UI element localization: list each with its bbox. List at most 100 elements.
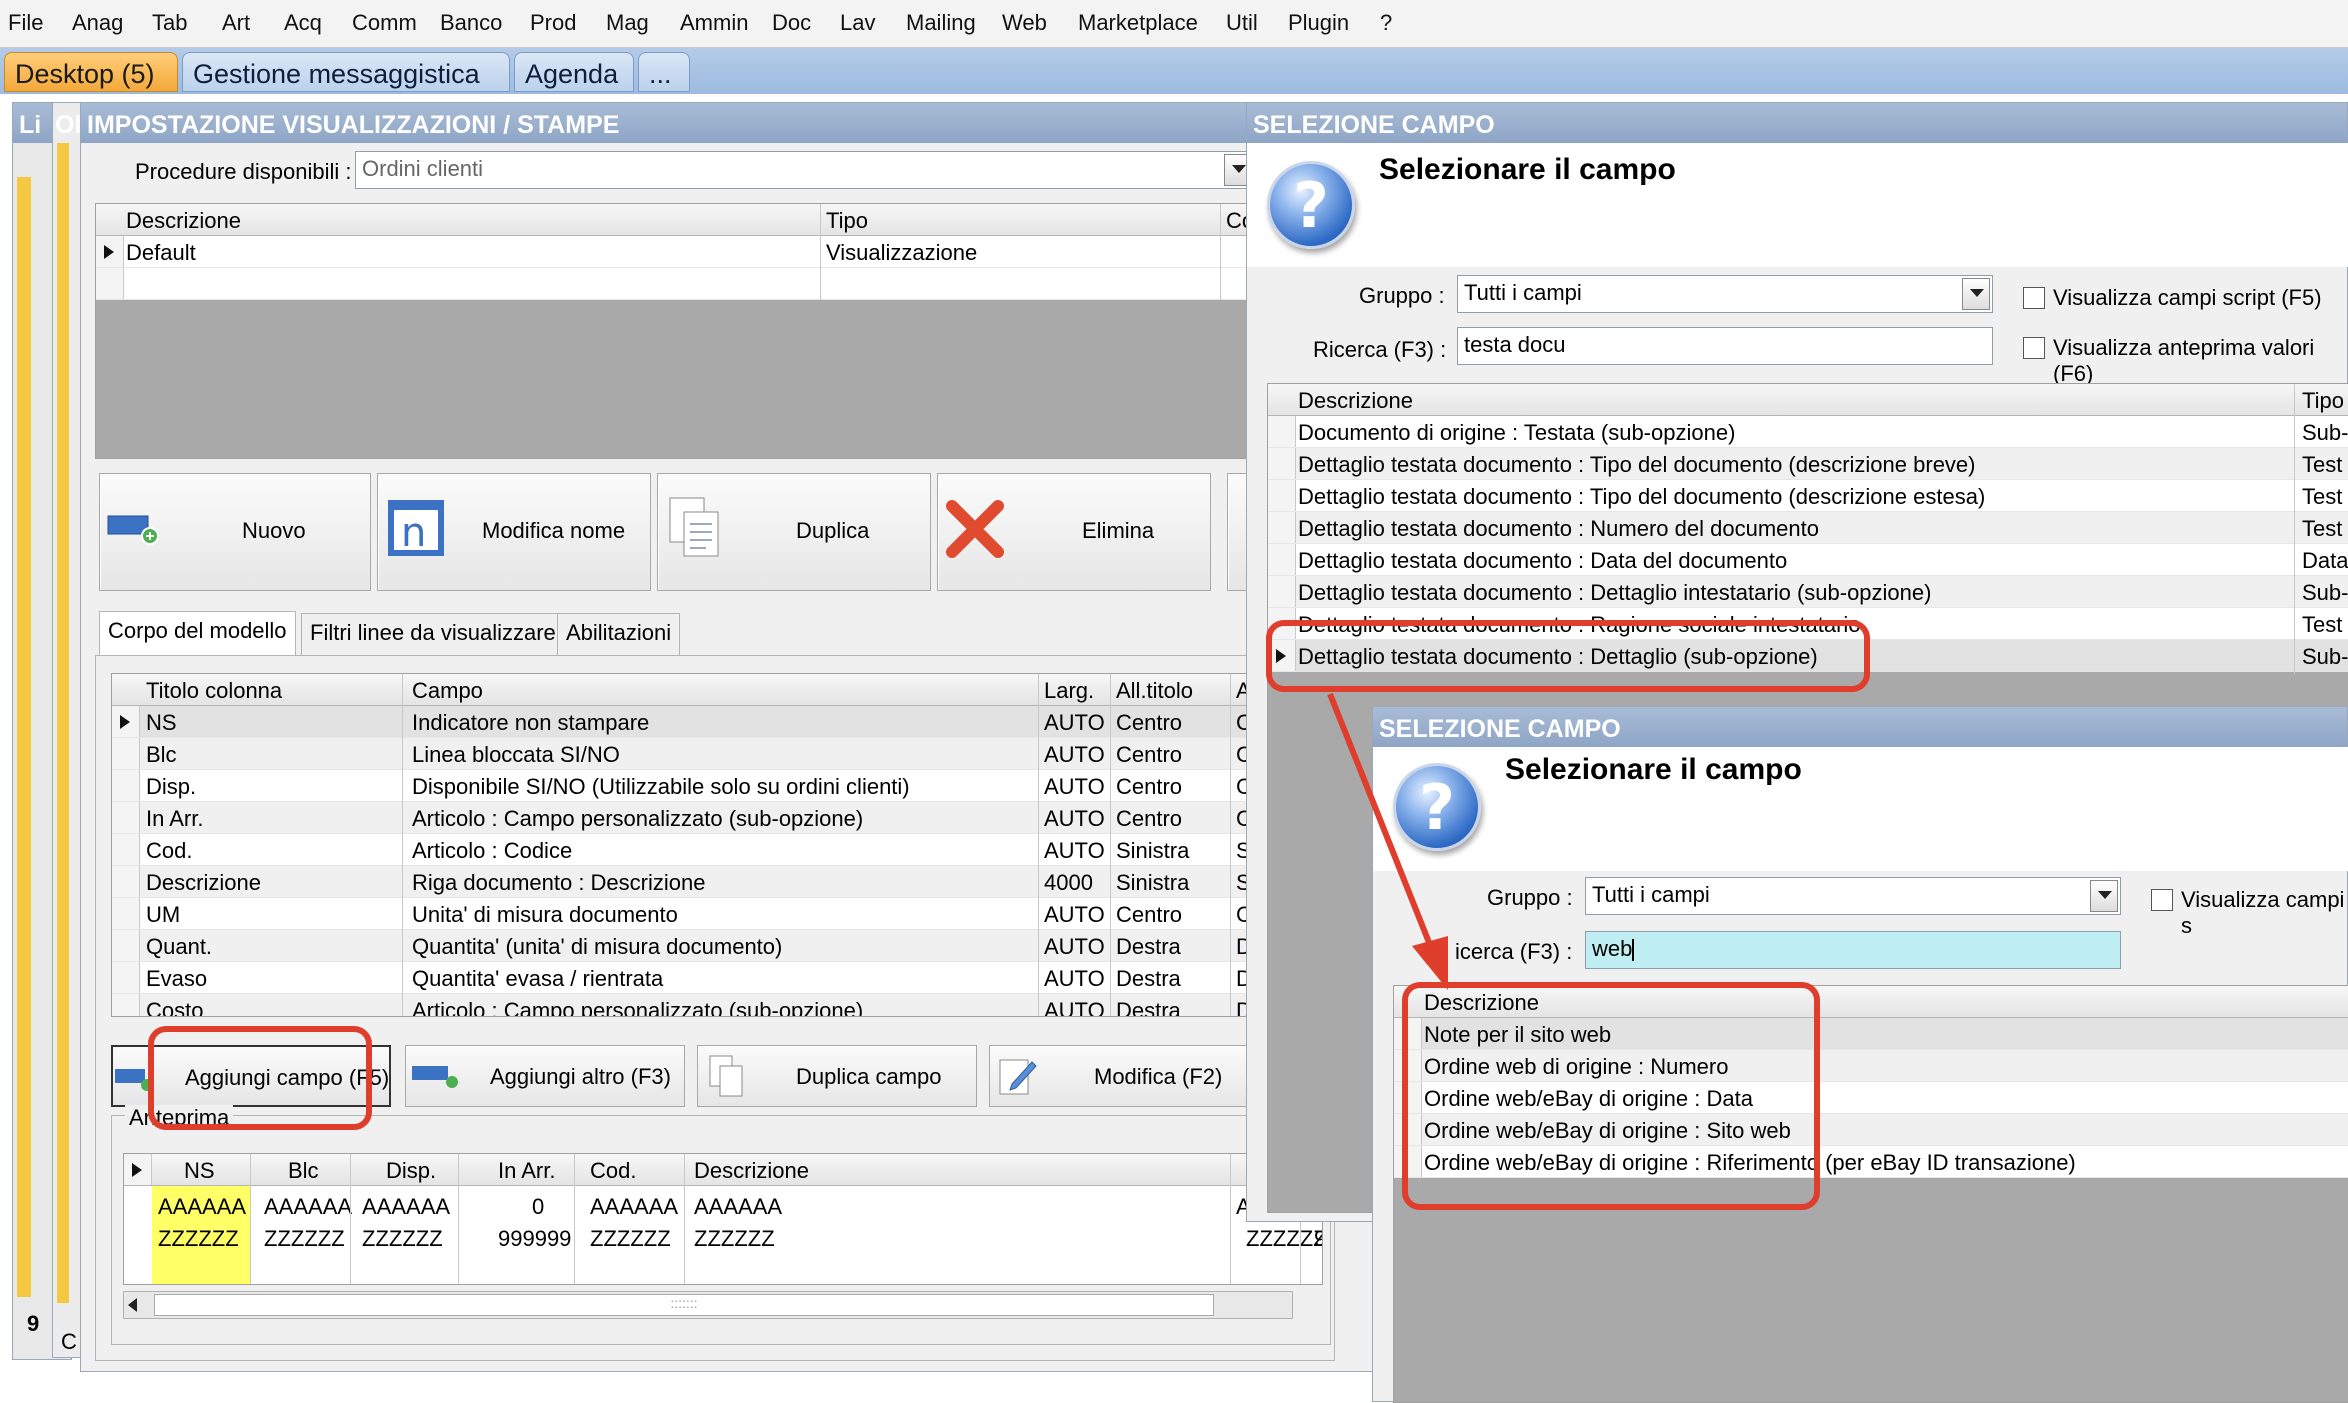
- table-row[interactable]: Costo Articolo : Campo personalizzato (su…: [112, 994, 1330, 1017]
- tab-abilitazioni[interactable]: Abilitazioni: [557, 613, 681, 657]
- menu-util[interactable]: Util: [1226, 10, 1258, 36]
- duplica-button[interactable]: Duplica: [657, 473, 931, 591]
- col-tipo[interactable]: Tipo: [826, 208, 868, 234]
- menu-mag[interactable]: Mag: [606, 10, 649, 36]
- row-indicator: [112, 834, 140, 865]
- row-indicator: [112, 738, 140, 769]
- modifica-button[interactable]: Modifica (F2): [989, 1045, 1249, 1107]
- dialog2-gruppo-select[interactable]: Tutti i campi: [1585, 877, 2121, 915]
- elimina-label: Elimina: [1082, 518, 1155, 543]
- cell-campo: Disponibile SI/NO (Utilizzabile solo su …: [412, 774, 910, 799]
- menu-art[interactable]: Art: [222, 10, 250, 36]
- cell-all-titolo: Sinistra: [1116, 838, 1190, 863]
- col-larg[interactable]: Larg.: [1044, 678, 1094, 704]
- tab-corpo-modello[interactable]: Corpo del modello: [99, 611, 296, 657]
- col-all-titolo[interactable]: All.titolo: [1116, 678, 1193, 704]
- row-indicator: [1268, 512, 1296, 543]
- scroll-left-icon[interactable]: [128, 1298, 137, 1312]
- table-row[interactable]: Disp. Disponibile SI/NO (Utilizzabile sol…: [112, 770, 1330, 802]
- cell-campo: Indicatore non stampare: [412, 710, 650, 735]
- chevron-down-icon[interactable]: [2090, 880, 2118, 912]
- list-item[interactable]: Dettaglio testata documento : Numero del…: [1268, 512, 2348, 544]
- dialog2-check-script[interactable]: [2151, 889, 2173, 911]
- table-row[interactable]: In Arr. Articolo : Campo personalizzato (…: [112, 802, 1330, 834]
- preview-col-ns[interactable]: NS: [184, 1158, 215, 1184]
- modifica-nome-button[interactable]: n Modifica nome: [377, 473, 651, 591]
- menu-file[interactable]: File: [8, 10, 43, 36]
- menu-anag[interactable]: Anag: [72, 10, 123, 36]
- preview-col-descrizione[interactable]: Descrizione: [694, 1158, 809, 1184]
- table-row[interactable]: Default Visualizzazione: [96, 236, 1334, 268]
- aggiungi-altro-button[interactable]: Aggiungi altro (F3): [405, 1045, 685, 1107]
- duplica-campo-button[interactable]: Duplica campo: [697, 1045, 977, 1107]
- cell-tipo: Visualizzazione: [826, 240, 978, 265]
- elimina-button[interactable]: Elimina: [937, 473, 1211, 591]
- scroll-thumb[interactable]: :::::::: [154, 1294, 1214, 1316]
- cell-larg: AUTO: [1044, 710, 1105, 735]
- menu-web[interactable]: Web: [1002, 10, 1047, 36]
- col-descrizione[interactable]: Descrizione: [126, 208, 241, 234]
- table-row[interactable]: Blc Linea bloccata SI/NO AUTO Centro C: [112, 738, 1330, 770]
- menu-lav[interactable]: Lav: [840, 10, 875, 36]
- table-row[interactable]: Quant. Quantita' (unita' di misura docume…: [112, 930, 1330, 962]
- menu-doc[interactable]: Doc: [772, 10, 811, 36]
- scroll-grip: :::::::: [670, 1295, 698, 1311]
- table-row[interactable]: UM Unita' di misura documento AUTO Centro C: [112, 898, 1330, 930]
- more-button[interactable]: [1227, 473, 1247, 591]
- menu-ammin[interactable]: Ammin: [680, 10, 748, 36]
- preview-col-disp[interactable]: Disp.: [386, 1158, 436, 1184]
- list-item[interactable]: Dettaglio testata documento : Tipo del d…: [1268, 480, 2348, 512]
- dialog1-check-script[interactable]: [2023, 287, 2045, 309]
- table-row[interactable]: Evaso Quantita' evasa / rientrata AUTO Dest…: [112, 962, 1330, 994]
- table-row[interactable]: NS Indicatore non stampare AUTO Centro C: [112, 706, 1330, 738]
- dialog1-check-anteprima-label: Visualizza anteprima valori (F6): [2053, 335, 2315, 386]
- preview-col-cod[interactable]: Cod.: [590, 1158, 636, 1184]
- procedure-select[interactable]: Ordini clienti: [355, 151, 1255, 189]
- list-item[interactable]: Dettaglio testata documento : Data del d…: [1268, 544, 2348, 576]
- column-divider: [574, 1154, 575, 1284]
- table-row[interactable]: Descrizione Riga documento : Descrizione 4…: [112, 866, 1330, 898]
- nuovo-button[interactable]: Nuovo: [99, 473, 371, 591]
- chevron-down-icon[interactable]: [1962, 278, 1990, 310]
- cell-all-titolo: Centro: [1116, 806, 1183, 831]
- preview-col-in-arr[interactable]: In Arr.: [498, 1158, 555, 1184]
- menu-marketplace[interactable]: Marketplace: [1078, 10, 1198, 36]
- tab-filtri-linee[interactable]: Filtri linee da visualizzare: [301, 613, 565, 657]
- menu-comm[interactable]: Comm: [352, 10, 417, 36]
- menu-prod[interactable]: Prod: [530, 10, 576, 36]
- dialog2-heading: Selezionare il campo: [1505, 753, 1802, 786]
- desktop-tab-strip: Desktop (5) Gestione messaggistica Agend…: [0, 48, 2348, 94]
- cell-campo: Articolo : Campo personalizzato (sub-opz…: [412, 998, 864, 1017]
- column-divider: [1230, 1154, 1231, 1284]
- dialog1-search-input[interactable]: testa docu: [1457, 327, 1993, 365]
- menu-banco[interactable]: Banco: [440, 10, 502, 36]
- duplicate-icon: [669, 497, 719, 557]
- field-description: Dettaglio testata documento : Data del d…: [1298, 548, 1788, 573]
- tab-more[interactable]: ...: [638, 52, 690, 92]
- tab-desktop[interactable]: Desktop (5): [4, 52, 178, 92]
- menu-plugin[interactable]: Plugin: [1288, 10, 1349, 36]
- menu-tab[interactable]: Tab: [152, 10, 187, 36]
- menu-mailing[interactable]: Mailing: [906, 10, 976, 36]
- menu-acq[interactable]: Acq: [284, 10, 322, 36]
- menu-bar: File Anag Tab Art Acq Comm Banco Prod Ma…: [0, 0, 2348, 48]
- background-window-2-accent: [57, 143, 69, 1303]
- dialog2-search-input[interactable]: web: [1585, 931, 2121, 969]
- cell-campo: Quantita' (unita' di misura documento): [412, 934, 783, 959]
- list-item[interactable]: Documento di origine : Testata (sub-opzi…: [1268, 416, 2348, 448]
- col-titolo-colonna[interactable]: Titolo colonna: [146, 678, 282, 704]
- preview-col-blc[interactable]: Blc: [288, 1158, 319, 1184]
- menu-help[interactable]: ?: [1380, 10, 1392, 36]
- dialog1-check-anteprima[interactable]: [2023, 337, 2045, 359]
- dialog1-col-descrizione[interactable]: Descrizione: [1298, 388, 1413, 414]
- list-item[interactable]: Dettaglio testata documento : Dettaglio …: [1268, 576, 2348, 608]
- cell-larg: AUTO: [1044, 902, 1105, 927]
- tab-agenda[interactable]: Agenda: [514, 52, 634, 92]
- list-item[interactable]: Dettaglio testata documento : Tipo del d…: [1268, 448, 2348, 480]
- horizontal-scrollbar[interactable]: :::::::: [123, 1291, 1293, 1319]
- table-row[interactable]: Cod. Articolo : Codice AUTO Sinistra S: [112, 834, 1330, 866]
- tab-gestione-messaggistica[interactable]: Gestione messaggistica: [182, 52, 510, 92]
- col-campo[interactable]: Campo: [412, 678, 483, 704]
- dialog1-gruppo-select[interactable]: Tutti i campi: [1457, 275, 1993, 313]
- dialog1-col-tipo[interactable]: Tipo: [2302, 388, 2344, 414]
